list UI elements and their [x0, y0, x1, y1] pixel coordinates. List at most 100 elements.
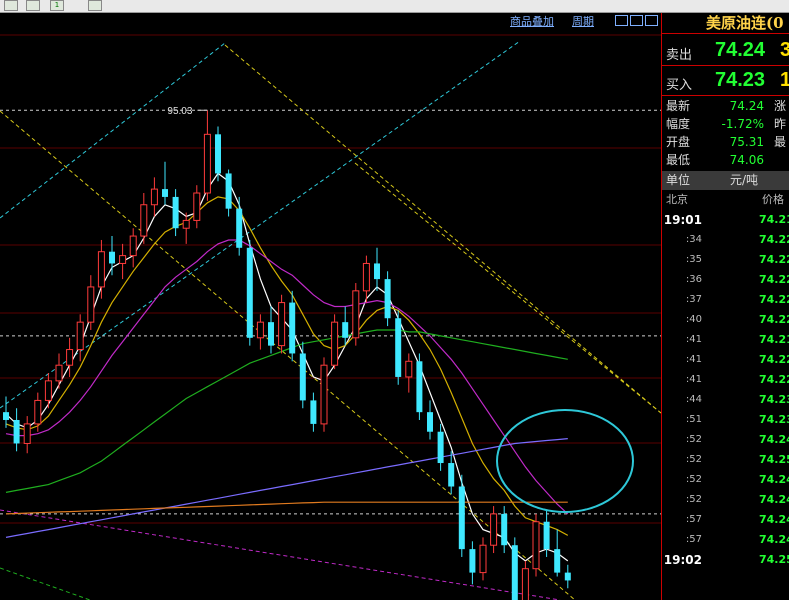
candle-body: [352, 290, 360, 339]
tick-price: 74.23: [759, 393, 789, 406]
candle-body: [225, 173, 232, 209]
chart-mini-button-3[interactable]: [645, 15, 658, 26]
period-link[interactable]: 周期: [572, 13, 594, 29]
candle-body: [310, 400, 317, 424]
tick-price: 74.24: [759, 513, 789, 526]
candle-body: [521, 568, 529, 600]
candle-body: [448, 463, 455, 487]
candle-body: [172, 196, 179, 229]
tick-time: :57: [685, 534, 702, 545]
candle-body: [109, 251, 115, 264]
stat-label: 最新: [666, 99, 691, 113]
tick-row: :40 74.22: [662, 310, 789, 330]
candle-body: [320, 364, 328, 425]
candle-body: [23, 423, 31, 444]
tick-price: 74.21: [759, 333, 789, 346]
candle-body: [554, 549, 561, 573]
candle-body: [66, 349, 74, 366]
candle-body: [416, 361, 423, 413]
bid-row: 买入 74.23 1: [662, 67, 789, 96]
tick-time: :41: [685, 374, 702, 385]
candle-body: [150, 188, 158, 206]
tick-time: :34: [685, 234, 702, 245]
tick-price: 74.22: [759, 273, 789, 286]
candle-body: [182, 219, 190, 229]
tick-row: :44 74.23: [662, 390, 789, 410]
candle-body: [342, 322, 349, 338]
trend-channel-line: [0, 42, 226, 219]
tick-row: :57 74.24: [662, 530, 789, 550]
bid-price: 74.23: [715, 69, 766, 91]
unit-label: 单位: [666, 173, 691, 187]
tick-time: :41: [685, 354, 702, 365]
toolbar-button-3[interactable]: 1: [50, 0, 64, 11]
tick-row: :36 74.22: [662, 270, 789, 290]
candle-body: [437, 431, 444, 464]
candle-body: [55, 364, 63, 382]
unit-row: 单位 元/吨: [662, 171, 789, 190]
candle-body: [76, 321, 84, 351]
tick-price: 74.24: [759, 533, 789, 546]
tick-price: 74.25: [759, 453, 789, 466]
moving-average-line: [5, 239, 569, 515]
tick-row: :52 74.25: [662, 450, 789, 470]
tick-row: :57 74.24: [662, 510, 789, 530]
tick-header-time: 北京: [666, 193, 688, 206]
stat-row-low: 最低 74.06: [662, 151, 789, 169]
tick-price: 74.23: [759, 413, 789, 426]
stat-label-2: 昨: [774, 117, 787, 131]
max-price-label: 95.03: [167, 106, 192, 117]
tick-time: :57: [685, 514, 702, 525]
toolbar-button-4[interactable]: [88, 0, 102, 11]
bid-volume: 1: [780, 69, 789, 91]
candle-body: [87, 286, 95, 323]
stat-label-2: 最: [774, 135, 787, 149]
tick-time: :37: [685, 294, 702, 305]
tick-row: :41 74.22: [662, 350, 789, 370]
stat-label: 最低: [666, 153, 691, 167]
ask-price: 74.24: [715, 39, 766, 61]
kline-chart[interactable]: 95.03 商品叠加 周期: [0, 13, 662, 600]
instrument-title: 美原油连(0: [662, 13, 789, 34]
candle-body: [256, 321, 264, 339]
toolbar-button-2[interactable]: [26, 0, 40, 11]
tick-time: :44: [685, 394, 702, 405]
candle-body: [458, 486, 465, 550]
trend-channel-line: [0, 40, 521, 409]
candle-body: [3, 412, 9, 420]
tick-row: :51 74.23: [662, 410, 789, 430]
tick-time: :52: [685, 494, 702, 505]
tick-price: 74.24: [759, 493, 789, 506]
candle-body: [119, 255, 127, 264]
candle-body: [236, 208, 243, 248]
candle-body: [215, 134, 221, 174]
tick-time: :52: [685, 454, 702, 465]
tick-price: 74.24: [759, 433, 789, 446]
tick-row: :52 74.24: [662, 430, 789, 450]
tick-row: 19:01 74.21: [662, 210, 789, 230]
candle-body: [469, 549, 476, 573]
stat-row-change: 幅度 -1.72% 昨: [662, 115, 789, 133]
tick-time: :36: [685, 274, 702, 285]
stat-label: 开盘: [666, 135, 691, 149]
tick-price: 74.21: [759, 213, 789, 226]
candle-body: [13, 419, 20, 444]
overlay-commodity-link[interactable]: 商品叠加: [510, 13, 554, 29]
candle-body: [289, 302, 296, 354]
candle-body: [427, 412, 433, 432]
tick-time: :35: [685, 254, 702, 265]
chart-mini-button-2[interactable]: [630, 15, 643, 26]
stat-value: 74.24: [729, 99, 764, 113]
chart-mini-button-1[interactable]: [615, 15, 628, 26]
candle-body: [384, 279, 391, 319]
tick-row: :52 74.24: [662, 490, 789, 510]
tick-time: :52: [685, 434, 702, 445]
tick-row: :41 74.22: [662, 370, 789, 390]
moving-average-line: [5, 501, 568, 515]
candle-body: [97, 251, 105, 288]
candle-body: [268, 322, 274, 346]
stat-value: -1.72%: [721, 117, 764, 131]
toolbar-button-1[interactable]: [4, 0, 18, 11]
tick-price: 74.22: [759, 293, 789, 306]
candle-body: [490, 513, 498, 546]
